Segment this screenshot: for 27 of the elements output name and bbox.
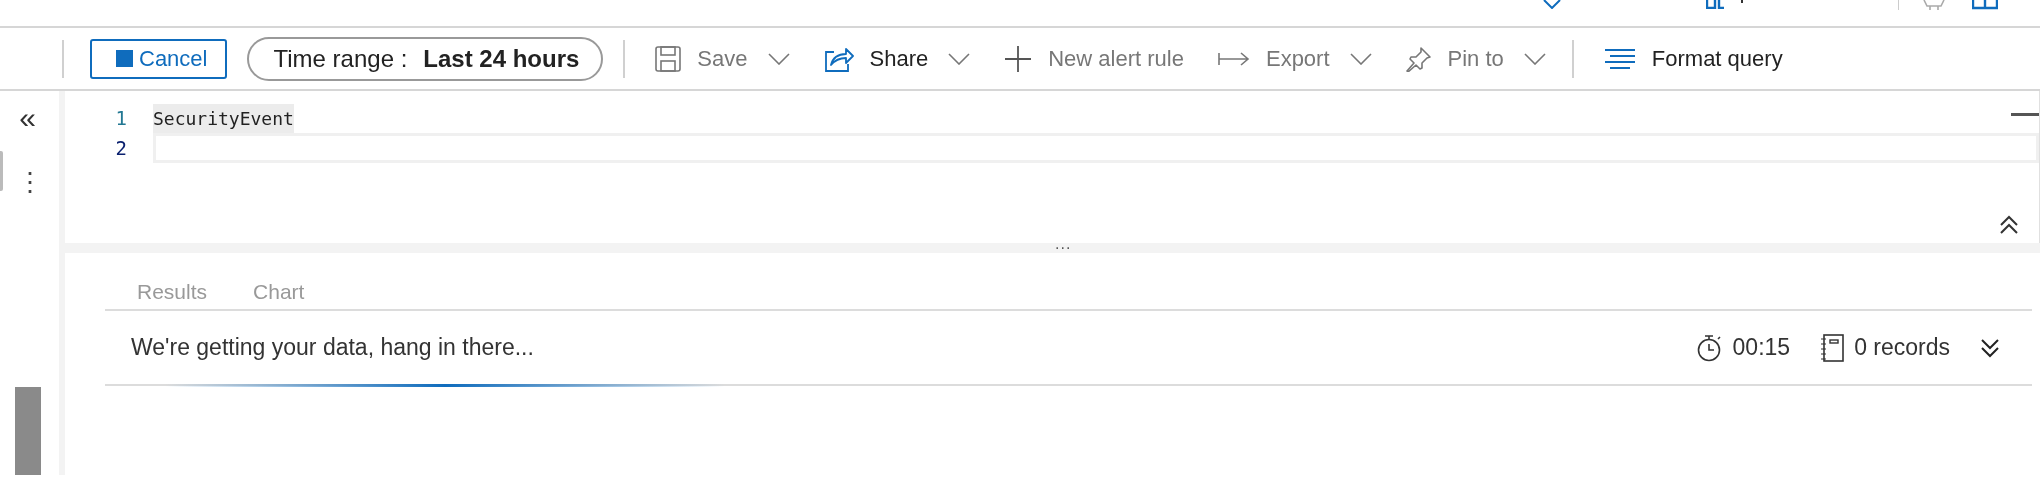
stopwatch-icon: [1696, 333, 1723, 362]
chevron-down-icon: [767, 52, 790, 65]
more-options-button[interactable]: ⋮: [16, 169, 43, 195]
query-editor[interactable]: 1 SecurityEvent 2: [65, 91, 2040, 243]
stop-icon: [116, 50, 133, 67]
format-lines-icon: [1603, 47, 1636, 70]
chevron-down-icon: [1523, 52, 1546, 65]
scrollbar-thumb[interactable]: [15, 387, 41, 475]
arrow-right-icon: [1217, 50, 1250, 67]
time-range-button[interactable]: Time range : Last 24 hours: [247, 36, 604, 81]
double-chevron-up-icon[interactable]: [1999, 215, 2019, 235]
plus-icon: [1004, 44, 1033, 73]
format-button[interactable]: Format query: [1599, 45, 1787, 72]
elapsed-time: 00:15: [1732, 334, 1791, 361]
line-number: 2: [114, 137, 128, 159]
notebook-icon: [1820, 333, 1845, 362]
record-count: 0 records: [1854, 334, 1950, 361]
loading-message: We're getting your data, hang in there...: [131, 334, 535, 361]
share-icon: [823, 45, 854, 72]
share-button[interactable]: Share: [819, 45, 975, 72]
cancel-button[interactable]: Cancel: [90, 38, 228, 79]
chevron-down-icon: [948, 52, 971, 65]
chevron-down-icon: [1349, 52, 1372, 65]
line-number: 1: [114, 107, 128, 129]
double-chevron-down-icon[interactable]: [1980, 337, 2000, 358]
collapse-sidebar-button[interactable]: «: [19, 103, 36, 133]
pin-icon: [1405, 45, 1432, 72]
